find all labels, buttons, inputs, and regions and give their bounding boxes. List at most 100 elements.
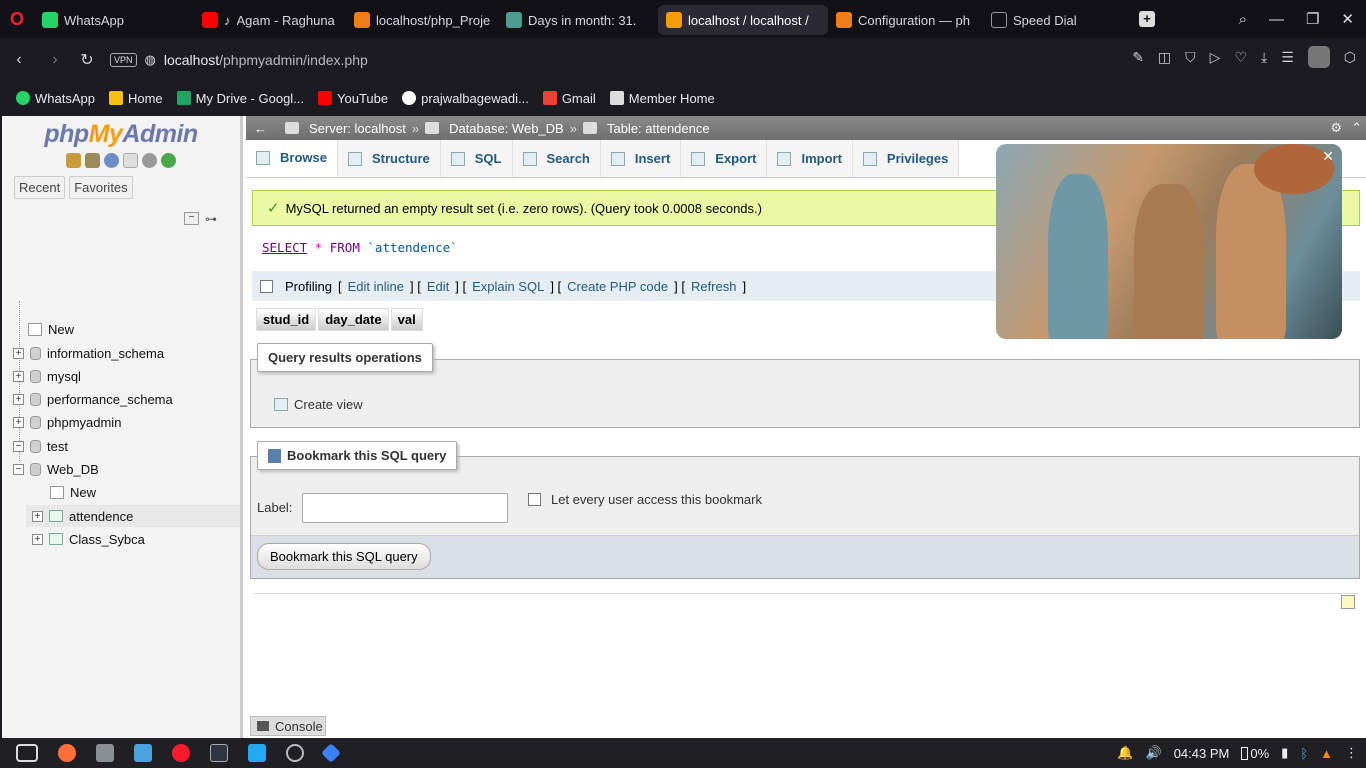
collapse-all-icon[interactable]: − <box>184 212 199 225</box>
gear-icon[interactable] <box>142 153 157 168</box>
restore-icon[interactable]: ❐ <box>1306 10 1319 28</box>
reload-icon[interactable] <box>161 153 176 168</box>
column-header[interactable]: stud_id <box>256 308 317 331</box>
profile-icon[interactable] <box>1307 46 1330 68</box>
close-overlay-icon[interactable]: ✕ <box>1322 148 1334 165</box>
clock-app-icon[interactable] <box>286 744 304 762</box>
expand-icon[interactable]: + <box>13 393 24 405</box>
app-launcher-icon[interactable] <box>16 744 38 762</box>
explain-sql-link[interactable]: Explain SQL <box>472 279 544 294</box>
column-header[interactable]: val <box>390 308 423 331</box>
extensions-icon[interactable]: ⬡ <box>1344 49 1356 66</box>
tab-speed-dial[interactable]: Speed Dial <box>983 5 1133 35</box>
edit-icon[interactable]: ✎ <box>1132 49 1144 66</box>
tab-php-project[interactable]: localhost/php_Proje <box>346 5 498 35</box>
tree-item-attendence[interactable]: + attendence <box>32 506 133 526</box>
bookmark-whatsapp[interactable]: WhatsApp <box>10 91 101 106</box>
tab-days-in-month[interactable]: Days in month: 31. <box>498 5 658 35</box>
vpn-badge[interactable]: VPN <box>110 53 137 67</box>
home-icon[interactable] <box>66 153 81 168</box>
expand-icon[interactable]: + <box>32 510 43 522</box>
bookmark-gmail[interactable]: Gmail <box>537 91 602 106</box>
bluetooth-icon[interactable]: ᛒ <box>1300 746 1308 761</box>
refresh-link[interactable]: Refresh <box>691 279 737 294</box>
expand-icon[interactable]: + <box>13 416 24 428</box>
collapse-icon[interactable]: − <box>13 440 24 452</box>
tab-search[interactable]: Search <box>512 140 601 177</box>
bookmark-github[interactable]: prajwalbagewadi... <box>396 91 535 106</box>
volume-icon[interactable]: 🔊 <box>1146 745 1162 761</box>
tree-item-new[interactable]: New <box>28 319 74 339</box>
heart-icon[interactable]: ♡ <box>1234 49 1247 66</box>
globe-icon[interactable]: ◍ <box>145 52 156 68</box>
breadcrumb-table[interactable]: Table: attendence <box>607 121 710 136</box>
bookmark-home[interactable]: Home <box>103 91 169 106</box>
recent-button[interactable]: Recent <box>14 176 66 199</box>
tree-item-performance-schema[interactable]: + performance_schema <box>13 389 173 409</box>
collapse-sidebar-icon[interactable]: ← <box>254 121 267 136</box>
download-icon[interactable]: ⤓ <box>1261 49 1267 66</box>
create-php-code-link[interactable]: Create PHP code <box>567 279 668 294</box>
camera-icon[interactable]: ◫ <box>1158 49 1171 66</box>
help-icon[interactable] <box>104 153 119 168</box>
files-icon[interactable] <box>96 744 114 762</box>
bookmark-label-input[interactable] <box>302 493 508 523</box>
settings-gear-icon[interactable]: ⚙ <box>1330 120 1342 136</box>
diamond-app-icon[interactable] <box>321 743 341 763</box>
bookmark-drive[interactable]: My Drive - Googl... <box>171 91 310 106</box>
tree-item-mysql[interactable]: + mysql <box>13 366 81 386</box>
reload-icon[interactable]: ↻ <box>72 45 102 75</box>
breadcrumb-database[interactable]: Database: Web_DB <box>449 121 564 136</box>
firefox-icon[interactable] <box>58 744 76 762</box>
sql-select-keyword[interactable]: SELECT <box>262 240 307 255</box>
tree-item-test[interactable]: − test <box>13 436 68 456</box>
tab-insert[interactable]: Insert <box>600 140 682 177</box>
screenshot-icon[interactable] <box>134 744 152 762</box>
docs-icon[interactable] <box>123 153 138 168</box>
create-view-link[interactable]: Create view <box>274 397 363 412</box>
column-header[interactable]: day_date <box>318 308 389 331</box>
tab-sql[interactable]: SQL <box>440 140 513 177</box>
tree-item-web-db[interactable]: − Web_DB <box>13 459 99 479</box>
tree-item-web-db-new[interactable]: New <box>50 482 96 502</box>
tab-configuration[interactable]: Configuration — ph <box>828 5 983 35</box>
tab-youtube[interactable]: ♪ Agam - Raghuna <box>194 5 346 35</box>
clock-time[interactable]: 04:43 PM <box>1174 746 1230 761</box>
minimize-icon[interactable]: — <box>1269 11 1284 28</box>
url-input[interactable]: localhost/phpmyadmin/index.php <box>164 52 368 68</box>
forward-icon[interactable]: › <box>40 45 70 75</box>
menu-dots-icon[interactable]: ⋮ <box>1345 745 1358 761</box>
expand-icon[interactable]: + <box>13 347 24 359</box>
tab-import[interactable]: Import <box>767 140 853 177</box>
share-bookmark-option[interactable]: Let every user access this bookmark <box>528 492 762 507</box>
shield-icon[interactable]: ⛉ <box>1185 49 1196 66</box>
bookmark-query-button[interactable]: Bookmark this SQL query <box>257 543 431 570</box>
back-icon[interactable]: ‹ <box>4 45 34 75</box>
tree-item-class-sybca[interactable]: + Class_Sybca <box>32 529 145 549</box>
favorites-button[interactable]: Favorites <box>69 176 133 199</box>
collapse-icon[interactable]: − <box>13 463 24 475</box>
breadcrumb-server[interactable]: Server: localhost <box>309 121 406 136</box>
bookmark-youtube[interactable]: YouTube <box>312 91 394 106</box>
console-button[interactable]: Console <box>250 716 326 736</box>
tree-item-information-schema[interactable]: + information_schema <box>13 343 164 363</box>
video-overlay[interactable]: ✕ <box>996 144 1342 339</box>
search-tabs-icon[interactable]: ⌕ <box>1239 11 1247 28</box>
tab-export[interactable]: Export <box>681 140 768 177</box>
tab-privileges[interactable]: Privileges <box>852 140 960 177</box>
collapse-top-icon[interactable]: ⌃ <box>1351 120 1362 136</box>
terminal-icon[interactable] <box>210 744 228 762</box>
close-window-icon[interactable]: ✕ <box>1341 10 1354 28</box>
notification-bell-icon[interactable]: 🔔 <box>1117 745 1133 761</box>
tab-phpmyadmin[interactable]: localhost / localhost / <box>658 5 828 35</box>
link-icon[interactable]: ⊶ <box>205 212 217 226</box>
bookmark-member-home[interactable]: Member Home <box>604 91 721 106</box>
edit-link[interactable]: Edit <box>427 279 449 294</box>
profiling-checkbox[interactable] <box>260 279 273 293</box>
battery-icon[interactable]: 0% <box>1241 746 1269 761</box>
edit-inline-link[interactable]: Edit inline <box>348 279 404 294</box>
menu-icon[interactable]: ☰ <box>1281 49 1294 66</box>
tab-browse[interactable]: Browse <box>246 140 338 177</box>
play-icon[interactable]: ▷ <box>1210 49 1221 66</box>
new-tab-icon[interactable]: + <box>1139 11 1155 27</box>
